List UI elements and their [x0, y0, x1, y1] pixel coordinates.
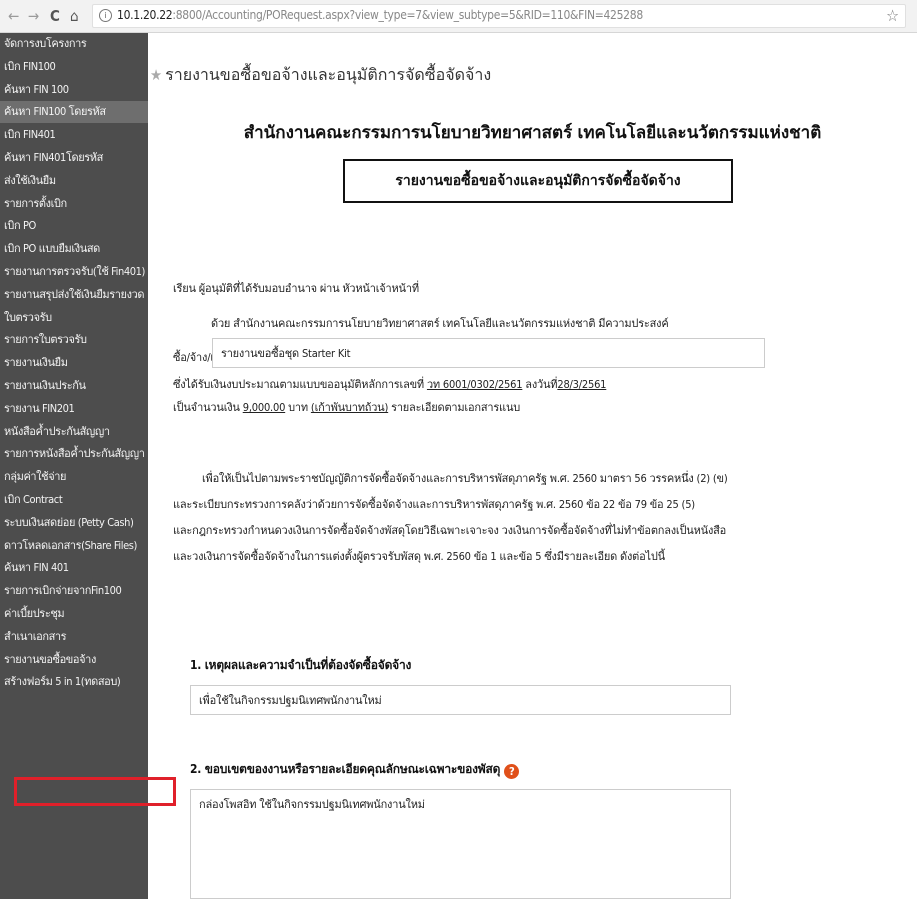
address-bar[interactable]: i 10.1.20.22:8800/Accounting/PORequest.a… — [92, 4, 906, 28]
amount-line: เป็นจำนวนเงิน 9,000.00 บาท (เก้าพันบาทถ้… — [173, 398, 520, 416]
sidebar-item[interactable]: ค่าเบี้ยประชุม — [0, 603, 148, 625]
sidebar-item[interactable]: เบิก Contract — [0, 489, 148, 511]
sidebar-item[interactable]: ค้นหา FIN 100 — [0, 79, 148, 101]
sidebar-item[interactable]: รายงานการตรวจรับ(ใช้ Fin401) — [0, 261, 148, 283]
budget-date: 28/3/2561 — [557, 378, 607, 391]
section-2-textarea[interactable]: กล่องโพสอิท ใช้ในกิจกรรมปฐมนิเทศพนักงานใ… — [190, 789, 731, 899]
url-path: :8800/Accounting/PORequest.aspx?view_typ… — [172, 8, 643, 22]
law-line-1: เพื่อให้เป็นไปตามพระราชบัญญัติการจัดซื้อ… — [202, 472, 728, 485]
amount-prefix: เป็นจำนวนเงิน — [173, 401, 240, 414]
title-star-icon: ★ — [150, 66, 163, 84]
amount-unit: บาท — [288, 401, 308, 414]
purchase-input[interactable]: รายงานขอซื้อชุด Starter Kit — [212, 338, 765, 368]
sidebar-item[interactable]: กลุ่มค่าใช้จ่าย — [0, 466, 148, 488]
sidebar-item[interactable]: หนังสือค้ำประกันสัญญา — [0, 421, 148, 443]
sidebar-item[interactable]: รายงานสรุปส่งใช้เงินยืมรายงวด — [0, 284, 148, 306]
sidebar-item[interactable]: รายงาน FIN201 — [0, 398, 148, 420]
law-line-2: และระเบียบกระทรวงการคลังว่าด้วยการจัดซื้… — [173, 498, 695, 511]
sidebar-item[interactable]: ส่งใช้เงินยืม — [0, 170, 148, 192]
page-title: ★ รายงานขอซื้อขอจ้างและอนุมัติการจัดซื้อจ… — [150, 63, 491, 88]
sidebar-item[interactable]: ใบตรวจรับ — [0, 307, 148, 329]
sidebar-item[interactable]: รายการตั้งเบิก — [0, 193, 148, 215]
sidebar-item[interactable]: รายการใบตรวจรับ — [0, 329, 148, 351]
section-1-heading: 1. เหตุผลและความจำเป็นที่ต้องจัดซื้อจัดจ… — [190, 658, 412, 672]
sidebar-item[interactable]: ค้นหา FIN401โดยรหัส — [0, 147, 148, 169]
salutation: เรียน ผู้อนุมัติที่ได้รับมอบอำนาจ ผ่าน ห… — [173, 282, 419, 295]
section-2-heading: 2. ขอบเขตของงานหรือรายละเอียดคุณลักษณะเฉ… — [190, 760, 520, 779]
sidebar-item[interactable]: เบิก FIN401 — [0, 124, 148, 146]
law-line-4: และวงเงินการจัดซื้อจัดจ้างในการแต่งตั้งผ… — [173, 550, 665, 563]
reload-icon[interactable]: C — [50, 7, 60, 25]
info-icon[interactable]: i — [99, 9, 112, 22]
sidebar-item[interactable]: สำเนาเอกสาร — [0, 626, 148, 648]
sidebar-item[interactable]: รายงานขอซื้อขอจ้าง — [0, 649, 148, 671]
sidebar-item[interactable]: รายการหนังสือค้ำประกันสัญญา — [0, 443, 148, 465]
sidebar: จัดการงบโครงการ เบิก FIN100 ค้นหา FIN 100 ค… — [0, 33, 148, 899]
sidebar-item[interactable]: รายงานเงินประกัน — [0, 375, 148, 397]
sidebar-item[interactable]: เบิก FIN100 — [0, 56, 148, 78]
sidebar-item[interactable]: รายการเบิกจ่ายจากFin100 — [0, 580, 148, 602]
sidebar-item[interactable]: ค้นหา FIN100 โดยรหัส — [0, 101, 148, 123]
sidebar-item[interactable]: สร้างฟอร์ม 5 in 1(ทดสอบ) — [0, 671, 148, 693]
report-title-box: รายงานขอซื้อขอจ้างและอนุมัติการจัดซื้อจั… — [343, 159, 733, 203]
amount-text: (เก้าพันบาทถ้วน) — [310, 401, 389, 414]
section-2-heading-text: 2. ขอบเขตของงานหรือรายละเอียดคุณลักษณะเฉ… — [190, 762, 501, 776]
browser-toolbar: ← → C ⌂ i 10.1.20.22:8800/Accounting/POR… — [0, 0, 917, 33]
budget-doc-no: วท 6001/0302/2561 — [426, 378, 523, 391]
organization-title: สำนักงานคณะกรรมการนโยบายวิทยาศาสตร์ เทคโ… — [243, 123, 822, 143]
sidebar-item[interactable]: เบิก PO — [0, 215, 148, 237]
back-icon[interactable]: ← — [8, 7, 19, 25]
forward-icon[interactable]: → — [28, 7, 39, 25]
sidebar-item[interactable]: ดาวโหลดเอกสาร(Share Files) — [0, 535, 148, 557]
url-text: 10.1.20.22:8800/Accounting/PORequest.asp… — [117, 8, 643, 22]
budget-date-label: ลงวันที่ — [525, 378, 558, 391]
sidebar-item[interactable]: รายงานเงินยืม — [0, 352, 148, 374]
url-host: 10.1.20.22 — [117, 8, 173, 22]
sidebar-item[interactable]: ค้นหา FIN 401 — [0, 557, 148, 579]
sidebar-item[interactable]: จัดการงบโครงการ — [0, 33, 148, 55]
main-content: ★ รายงานขอซื้อขอจ้างและอนุมัติการจัดซื้อจ… — [148, 33, 917, 899]
section-1-input[interactable]: เพื่อใช้ในกิจกรรมปฐมนิเทศพนักงานใหม่ — [190, 685, 731, 715]
budget-prefix: ซึ่งได้รับเงินงบประมาณตามแบบขออนุมัติหลั… — [173, 378, 424, 391]
intro-text: ด้วย สำนักงานคณะกรรมการนโยบายวิทยาศาสตร์… — [211, 317, 669, 330]
law-line-3: และกฎกระทรวงกำหนดวงเงินการจัดซื้อจัดจ้าง… — [173, 524, 727, 537]
help-icon[interactable]: ? — [504, 764, 520, 779]
sidebar-item[interactable]: เบิก PO แบบยืมเงินสด — [0, 238, 148, 260]
bookmark-star-icon[interactable]: ☆ — [886, 6, 899, 25]
budget-line: ซึ่งได้รับเงินงบประมาณตามแบบขออนุมัติหลั… — [173, 375, 606, 393]
home-icon[interactable]: ⌂ — [70, 7, 79, 25]
amount-suffix: รายละเอียดตามเอกสารแนบ — [391, 401, 521, 414]
amount-value: 9,000.00 — [242, 401, 286, 414]
page-title-text: รายงานขอซื้อขอจ้างและอนุมัติการจัดซื้อจั… — [165, 65, 492, 84]
sidebar-item[interactable]: ระบบเงินสดย่อย (Petty Cash) — [0, 512, 148, 534]
